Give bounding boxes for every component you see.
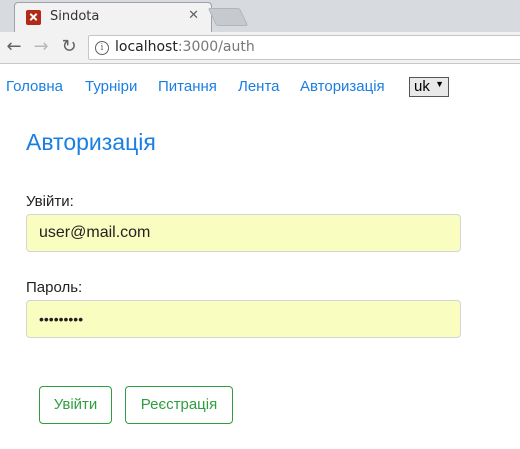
language-select[interactable]: uk ▼ — [409, 77, 449, 97]
tab-strip: Sindota ✕ — [0, 0, 520, 32]
reload-icon[interactable]: ↻ — [59, 37, 79, 57]
login-label: Увійти: — [26, 193, 74, 210]
address-bar[interactable]: i localhost:3000/auth — [88, 35, 520, 60]
nav-link-questions[interactable]: Питання — [158, 78, 217, 95]
nav-link-auth[interactable]: Авторизація — [300, 78, 385, 95]
info-icon[interactable]: i — [95, 41, 109, 55]
chevron-down-icon: ▼ — [435, 79, 444, 89]
new-tab-button[interactable] — [207, 8, 249, 26]
register-button[interactable]: Реєстрація — [125, 386, 233, 424]
close-tab-icon[interactable]: ✕ — [188, 8, 199, 23]
browser-toolbar: ← → ↻ i localhost:3000/auth — [0, 32, 520, 64]
url-host: localhost — [115, 39, 178, 55]
login-button[interactable]: Увійти — [39, 386, 112, 424]
tab-title: Sindota — [50, 9, 100, 24]
password-input[interactable]: ••••••••• — [26, 300, 461, 338]
nav-link-feed[interactable]: Лента — [238, 78, 280, 95]
back-icon[interactable]: ← — [4, 37, 24, 57]
url-text[interactable]: localhost:3000/auth — [115, 39, 255, 55]
language-value: uk — [414, 78, 430, 95]
nav-link-tournaments[interactable]: Турніри — [85, 78, 137, 95]
password-label: Пароль: — [26, 279, 83, 296]
favicon-icon — [26, 10, 41, 25]
browser-tab[interactable]: Sindota ✕ — [14, 2, 212, 32]
url-path: :3000/auth — [177, 39, 255, 55]
login-input[interactable]: user@mail.com — [26, 214, 461, 252]
nav-link-home[interactable]: Головна — [6, 78, 63, 95]
page-title: Авторизація — [26, 129, 156, 155]
forward-icon[interactable]: → — [31, 37, 51, 57]
